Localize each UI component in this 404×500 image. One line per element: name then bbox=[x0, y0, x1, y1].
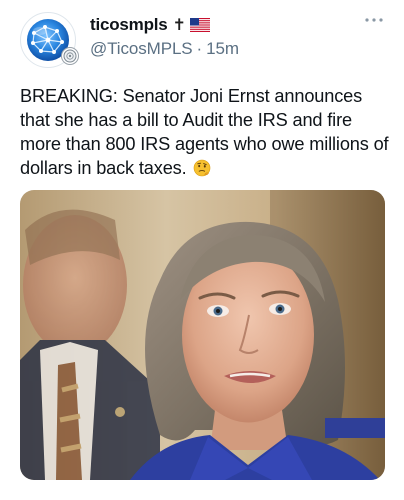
account-seal-icon bbox=[61, 47, 79, 65]
tweet-timestamp[interactable]: 15m bbox=[206, 39, 239, 59]
display-name-row[interactable]: ticosmpls ✝ bbox=[90, 14, 364, 36]
display-name[interactable]: ticosmpls bbox=[90, 15, 168, 35]
tweet-header: ticosmpls ✝ @TicosMPLS · 15m bbox=[90, 14, 364, 62]
tweet-card[interactable]: ticosmpls ✝ @TicosMPLS · 15m BREAKING: S… bbox=[0, 0, 404, 500]
tweet-media-photo[interactable] bbox=[20, 190, 385, 480]
us-flag-icon bbox=[189, 18, 210, 32]
user-handle[interactable]: @TicosMPLS bbox=[90, 39, 193, 59]
tweet-text: BREAKING: Senator Joni Ernst announces t… bbox=[20, 84, 390, 180]
photo-image bbox=[20, 190, 385, 480]
thinking-face-icon bbox=[193, 159, 211, 177]
more-horizontal-icon bbox=[365, 18, 383, 22]
handle-row: @TicosMPLS · 15m bbox=[90, 36, 364, 62]
cross-emoji: ✝ bbox=[172, 17, 186, 34]
more-options-button[interactable] bbox=[362, 12, 386, 28]
separator-dot: · bbox=[196, 39, 203, 58]
